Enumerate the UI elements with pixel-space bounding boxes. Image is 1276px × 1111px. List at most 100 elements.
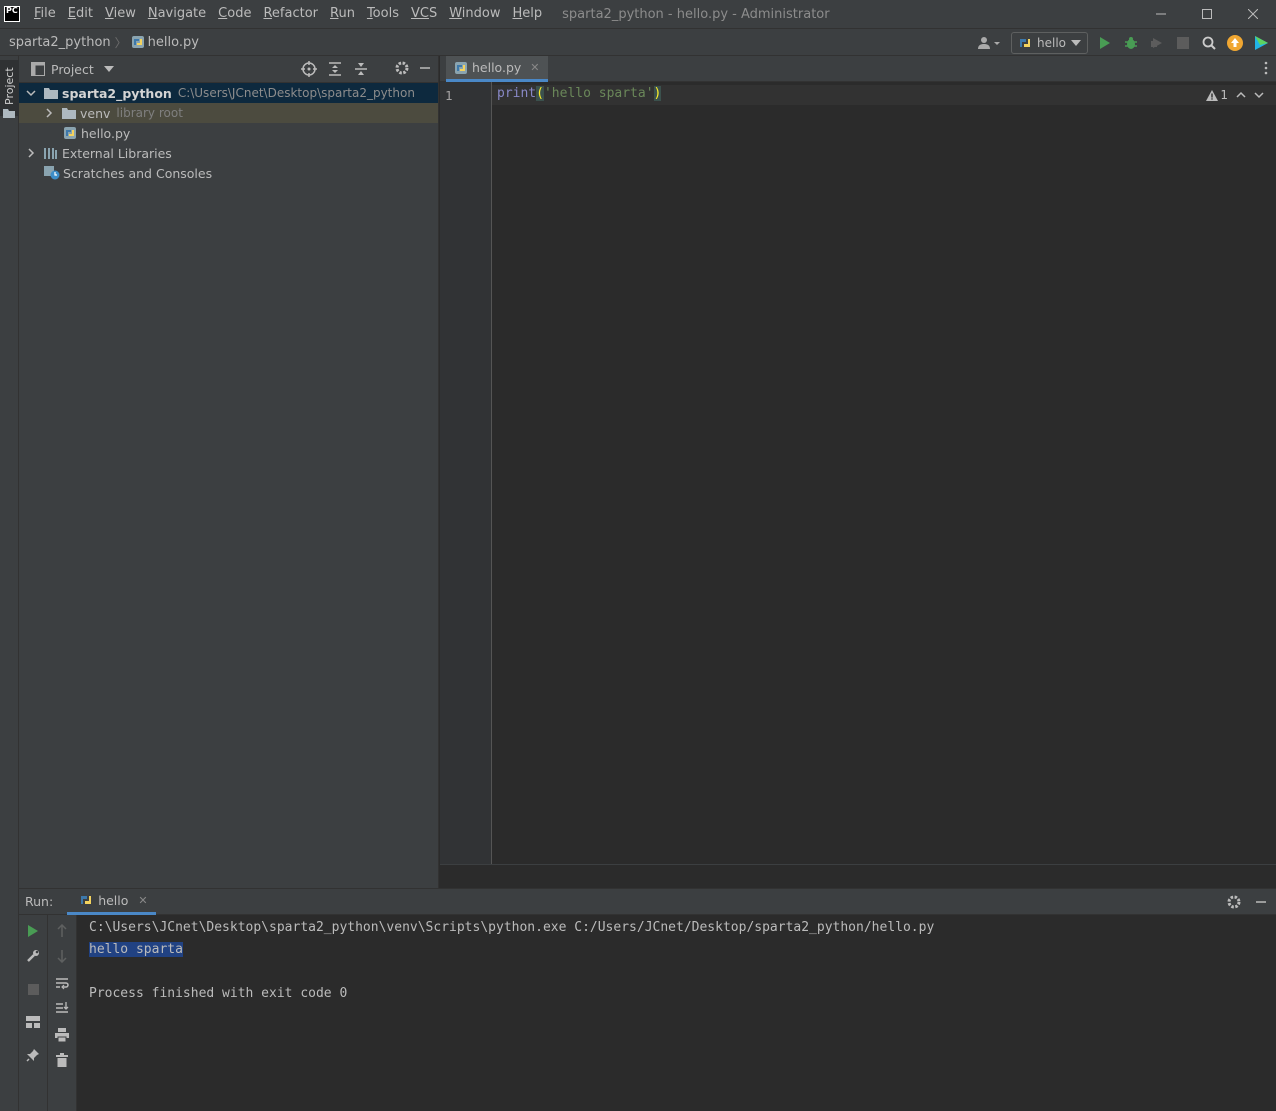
run-icon: [28, 925, 38, 937]
chevron-right-icon[interactable]: [26, 148, 36, 158]
stop-button[interactable]: [25, 981, 41, 997]
scroll-to-end-button[interactable]: [54, 1000, 70, 1016]
menu-label-rest: iew: [113, 6, 136, 21]
project-view-dropdown-icon[interactable]: [103, 66, 114, 72]
menu-item-help[interactable]: Help: [507, 0, 549, 28]
update-arrow-icon: [1227, 35, 1243, 51]
expand-all-icon[interactable]: [326, 60, 344, 78]
close-icon: [1248, 9, 1258, 19]
warning-indicator[interactable]: 1: [1206, 88, 1228, 102]
code-line-1[interactable]: print('hello sparta'): [497, 86, 662, 101]
trash-icon: [56, 1053, 68, 1067]
toolbar-right: hello: [977, 29, 1270, 57]
run-console[interactable]: C:\Users\JCnet\Desktop\sparta2_python\ve…: [77, 915, 1276, 1111]
maximize-button[interactable]: [1184, 0, 1230, 28]
menu-item-run[interactable]: Run: [324, 0, 361, 28]
layout-button[interactable]: [25, 1014, 41, 1030]
breadcrumb-project[interactable]: sparta2_python: [9, 35, 111, 50]
project-panel-title[interactable]: Project: [51, 62, 94, 77]
pin-tab-button[interactable]: [25, 1047, 41, 1063]
menu-item-tools[interactable]: Tools: [361, 0, 405, 28]
navigation-bar: sparta2_python 〉 hello.py hello: [0, 28, 1276, 56]
hide-panel-icon[interactable]: [1254, 894, 1268, 910]
breadcrumb-file[interactable]: hello.py: [131, 35, 199, 50]
breadcrumb-separator: 〉: [114, 35, 127, 50]
folder-icon: [62, 108, 76, 119]
chevron-down-icon[interactable]: [26, 88, 36, 98]
chevron-up-icon[interactable]: [1236, 91, 1246, 99]
tree-root-path: C:\Users\JCnet\Desktop\sparta2_python: [177, 86, 415, 100]
collapse-all-icon[interactable]: [352, 60, 370, 78]
menu-item-refactor[interactable]: Refactor: [257, 0, 324, 28]
run-button[interactable]: [1096, 34, 1114, 52]
menu-item-vcs[interactable]: VCS: [405, 0, 443, 28]
clear-all-button[interactable]: [54, 1052, 70, 1068]
menu-label-rest: indow: [461, 6, 501, 21]
close-button[interactable]: [1230, 0, 1276, 28]
gear-icon[interactable]: [394, 60, 410, 76]
run-tab-close-icon[interactable]: ✕: [138, 894, 147, 907]
menu-mnemonic: E: [67, 6, 76, 21]
chevron-down-icon[interactable]: [1254, 91, 1264, 99]
stop-button[interactable]: [1174, 34, 1192, 52]
inspection-widget[interactable]: 1: [1206, 88, 1264, 102]
vcs-user-button[interactable]: [977, 34, 1003, 52]
print-button[interactable]: [54, 1027, 70, 1043]
menu-item-view[interactable]: View: [99, 0, 142, 28]
minimize-button[interactable]: [1138, 0, 1184, 28]
code-close-paren: ): [653, 86, 662, 101]
menu-item-code[interactable]: Code: [212, 0, 257, 28]
scroll-up-button[interactable]: [54, 923, 70, 939]
project-tool-tab[interactable]: Project: [0, 60, 19, 118]
coverage-icon: [1151, 38, 1162, 48]
layout-icon: [26, 1016, 40, 1028]
gear-icon[interactable]: [1226, 894, 1242, 910]
tab-hello-py[interactable]: hello.py ✕: [446, 56, 548, 82]
python-file-icon: [455, 61, 467, 74]
menu-item-file[interactable]: File: [28, 0, 62, 28]
rerun-button[interactable]: [25, 923, 41, 939]
run-panel-tools: [1226, 894, 1268, 910]
soft-wrap-button[interactable]: [54, 975, 70, 991]
tree-item-project-root[interactable]: sparta2_python C:\Users\JCnet\Desktop\sp…: [19, 83, 438, 103]
soft-wrap-icon: [56, 978, 69, 990]
run-tab-hello[interactable]: hello ✕: [67, 888, 156, 915]
code-with-me-button[interactable]: [1252, 34, 1270, 52]
hide-panel-icon[interactable]: [418, 60, 432, 76]
arrow-down-icon: [57, 950, 67, 963]
chevron-right-icon[interactable]: [44, 108, 54, 118]
scroll-down-button[interactable]: [54, 948, 70, 964]
coverage-button[interactable]: [1148, 34, 1166, 52]
menu-item-window[interactable]: Window: [443, 0, 506, 28]
left-tool-strip: Project: [0, 56, 19, 1111]
menu-mnemonic: H: [512, 6, 523, 21]
arrow-up-icon: [57, 924, 67, 937]
code-builtin: print: [497, 86, 537, 101]
menu-item-edit[interactable]: Edit: [62, 0, 99, 28]
debug-button[interactable]: [1122, 34, 1140, 52]
tree-item-hello-py[interactable]: hello.py: [19, 123, 438, 143]
tree-item-external-libraries[interactable]: External Libraries: [19, 143, 438, 163]
scratches-icon: [44, 166, 60, 180]
menu-label-rest: elp: [522, 6, 543, 21]
menu-label-rest: un: [338, 6, 355, 21]
modify-run-config-button[interactable]: [25, 948, 41, 964]
menu-mnemonic: R: [263, 6, 272, 21]
run-toolbar-secondary: [48, 915, 77, 1111]
run-configuration-select[interactable]: hello: [1011, 32, 1088, 54]
menu-mnemonic: N: [147, 6, 158, 21]
tab-close-icon[interactable]: ✕: [530, 61, 539, 74]
app-logo-text: PC: [6, 6, 18, 15]
code-editor[interactable]: print('hello sparta') 1: [492, 82, 1276, 864]
editor-tab-menu-button[interactable]: [1264, 61, 1268, 78]
editor-gutter: 1: [440, 82, 492, 864]
folder-icon: [44, 88, 58, 99]
updates-button[interactable]: [1226, 34, 1244, 52]
project-panel-tools: [300, 60, 432, 78]
menu-item-navigate[interactable]: Navigate: [142, 0, 212, 28]
search-everywhere-button[interactable]: [1200, 34, 1218, 52]
locate-file-icon[interactable]: [300, 60, 318, 78]
tree-item-scratches[interactable]: Scratches and Consoles: [19, 163, 438, 183]
tree-item-venv[interactable]: venv library root: [19, 103, 438, 123]
breadcrumb-file-label: hello.py: [147, 34, 199, 50]
